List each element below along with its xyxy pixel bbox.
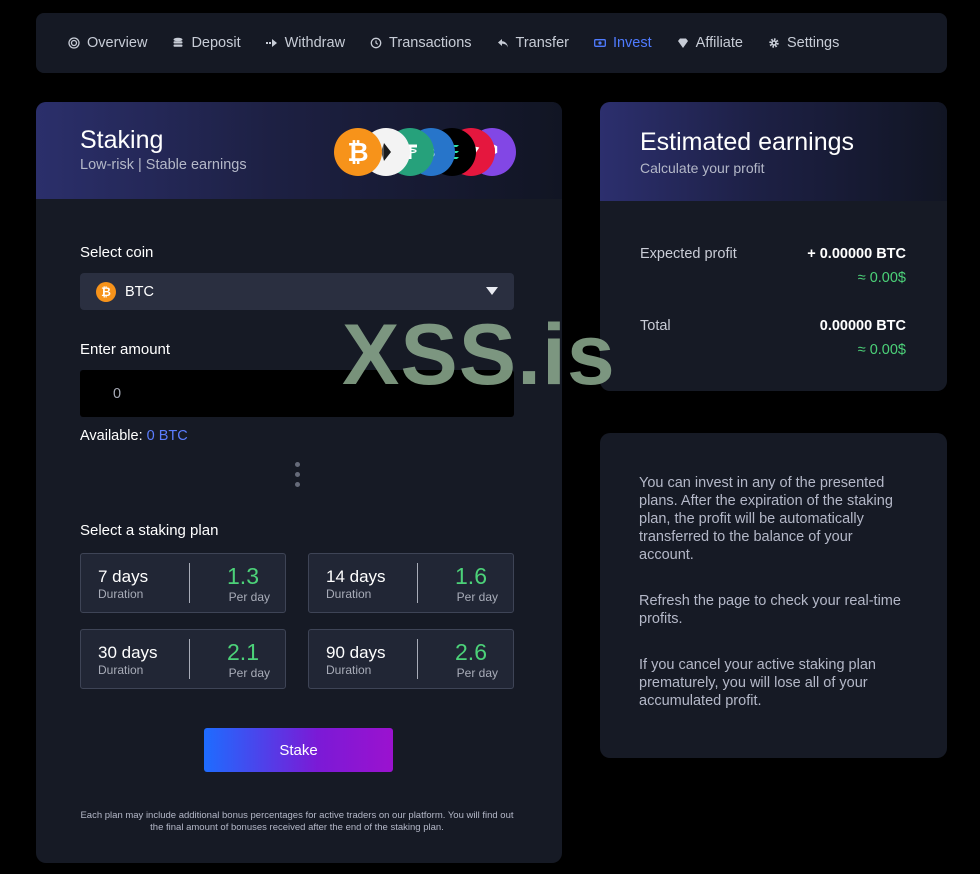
plan-rate: 2.6 bbox=[455, 639, 487, 665]
earnings-title: Estimated earnings bbox=[640, 128, 855, 156]
earnings-panel: Estimated earnings Calculate your profit… bbox=[600, 102, 947, 391]
nav-item-deposit[interactable]: Deposit bbox=[172, 35, 241, 51]
stake-button[interactable]: Stake bbox=[204, 728, 393, 772]
nav-item-label: Deposit bbox=[191, 35, 241, 51]
info-paragraph-3: If you cancel your active staking plan p… bbox=[639, 657, 876, 709]
nav-item-label: Withdraw bbox=[284, 35, 346, 51]
select-plan-label: Select a staking plan bbox=[80, 522, 219, 539]
bitcoin-icon: ₿ bbox=[96, 281, 116, 302]
earnings-subtitle: Calculate your profit bbox=[640, 160, 765, 176]
staking-header: Staking Low-risk | Stable earnings $ ₿ bbox=[36, 102, 562, 199]
supported-coins: $ ₿ bbox=[334, 128, 516, 176]
target-icon bbox=[68, 37, 80, 49]
plan-90-days[interactable]: 90 days Duration 2.6 Per day bbox=[308, 629, 514, 689]
expected-profit-label: Expected profit bbox=[640, 246, 737, 262]
earnings-header: Estimated earnings Calculate your profit bbox=[600, 102, 947, 201]
plan-per-label: Per day bbox=[456, 666, 498, 680]
plan-rate: 1.6 bbox=[455, 563, 487, 589]
coins-stack-icon bbox=[172, 37, 184, 49]
vertical-dots-icon bbox=[295, 462, 301, 494]
bonus-footnote: Each plan may include additional bonus p… bbox=[80, 810, 514, 833]
nav-item-transfer[interactable]: Transfer bbox=[497, 35, 569, 51]
nav-item-label: Transactions bbox=[389, 35, 472, 51]
available-balance: Available: 0 BTC bbox=[80, 428, 188, 444]
nav-item-settings[interactable]: Settings bbox=[768, 35, 839, 51]
expected-profit-value: + 0.00000 BTC bbox=[807, 246, 906, 262]
nav-item-invest[interactable]: Invest bbox=[594, 35, 652, 51]
gem-icon bbox=[677, 37, 689, 49]
plan-per-label: Per day bbox=[228, 590, 270, 604]
plan-divider bbox=[417, 639, 418, 679]
plan-days: 7 days bbox=[98, 567, 149, 586]
top-nav: Overview Deposit Withdraw Transactions T… bbox=[36, 13, 947, 73]
plan-per-label: Per day bbox=[228, 666, 270, 680]
plan-30-days[interactable]: 30 days Duration 2.1 Per day bbox=[80, 629, 286, 689]
plan-days: 14 days bbox=[326, 567, 386, 586]
nav-item-label: Invest bbox=[612, 35, 652, 51]
info-panel: You can invest in any of the presented p… bbox=[600, 433, 947, 758]
available-label: Available: bbox=[80, 428, 143, 444]
nav-item-label: Overview bbox=[87, 35, 148, 51]
info-paragraph-1: You can invest in any of the presented p… bbox=[639, 475, 893, 563]
bitcoin-glyph: ₿ bbox=[101, 284, 111, 299]
staking-panel: Staking Low-risk | Stable earnings $ ₿ bbox=[36, 102, 562, 863]
plan-divider bbox=[417, 563, 418, 603]
nav-item-label: Affiliate bbox=[695, 35, 743, 51]
plan-rate: 2.1 bbox=[227, 639, 259, 665]
enter-amount-label: Enter amount bbox=[80, 341, 171, 358]
plan-days: 30 days bbox=[98, 643, 158, 662]
info-paragraph-2: Refresh the page to check your real-time… bbox=[639, 593, 901, 627]
caret-down-icon bbox=[486, 287, 498, 295]
plan-14-days[interactable]: 14 days Duration 1.6 Per day bbox=[308, 553, 514, 613]
plan-divider bbox=[189, 563, 190, 603]
plan-divider bbox=[189, 639, 190, 679]
bitcoin-icon: ₿ bbox=[334, 128, 382, 176]
banknote-icon bbox=[594, 37, 606, 49]
amount-input[interactable] bbox=[80, 370, 514, 417]
total-label: Total bbox=[640, 318, 671, 334]
nav-item-overview[interactable]: Overview bbox=[68, 35, 147, 51]
plan-7-days[interactable]: 7 days Duration 1.3 Per day bbox=[80, 553, 286, 613]
bitcoin-glyph: ₿ bbox=[347, 137, 369, 168]
total-value: 0.00000 BTC bbox=[819, 318, 906, 334]
staking-subtitle: Low-risk | Stable earnings bbox=[80, 157, 247, 173]
select-coin-label: Select coin bbox=[80, 244, 154, 261]
gear-icon bbox=[768, 37, 780, 49]
reply-arrow-icon bbox=[497, 37, 509, 49]
plan-duration-label: Duration bbox=[326, 587, 372, 601]
nav-item-affiliate[interactable]: Affiliate bbox=[677, 35, 743, 51]
arrow-out-icon bbox=[265, 37, 278, 49]
coin-select[interactable]: ₿ BTC bbox=[80, 273, 514, 310]
plan-duration-label: Duration bbox=[98, 663, 144, 677]
nav-item-transactions[interactable]: Transactions bbox=[370, 35, 472, 51]
selected-coin: BTC bbox=[125, 283, 154, 300]
nav-item-label: Settings bbox=[786, 35, 840, 51]
nav-item-withdraw[interactable]: Withdraw bbox=[265, 35, 346, 51]
history-icon bbox=[370, 37, 382, 49]
plan-rate: 1.3 bbox=[227, 563, 259, 589]
available-value: 0 BTC bbox=[146, 428, 188, 444]
staking-title: Staking bbox=[80, 126, 164, 154]
total-usd: ≈ 0.00$ bbox=[857, 342, 906, 358]
plan-per-label: Per day bbox=[456, 590, 498, 604]
plan-days: 90 days bbox=[326, 643, 386, 662]
plan-duration-label: Duration bbox=[326, 663, 372, 677]
expected-profit-usd: ≈ 0.00$ bbox=[857, 270, 906, 286]
plan-duration-label: Duration bbox=[98, 587, 144, 601]
nav-item-label: Transfer bbox=[515, 35, 569, 51]
